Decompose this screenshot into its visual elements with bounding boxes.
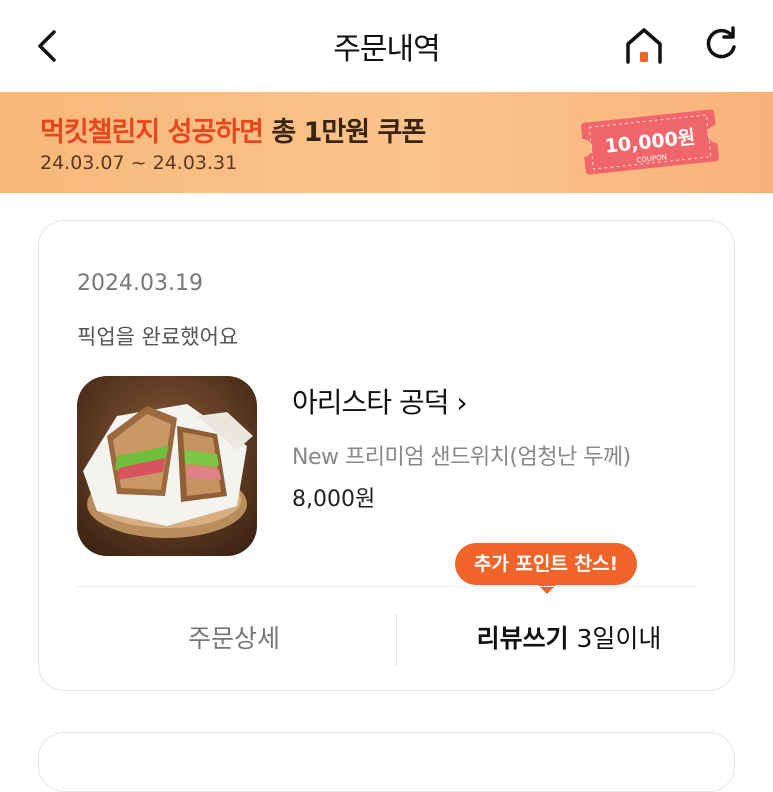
home-button[interactable] [620, 22, 668, 70]
chevron-right-icon: › [456, 386, 467, 419]
home-icon [626, 28, 662, 64]
write-review-button[interactable]: 리뷰쓰기 3일이내 [419, 619, 719, 655]
refresh-button[interactable] [698, 22, 744, 68]
order-date: 2024.03.19 [77, 271, 203, 296]
store-name-link[interactable]: 아리스타 공덕 › [292, 381, 468, 421]
banner-title: 먹킷챌린지 성공하면 총 1만원 쿠폰 [40, 110, 426, 149]
order-status: 픽업을 완료했어요 [77, 325, 239, 349]
order-card: 2024.03.19 픽업을 완료했어요 아리스타 공덕 › New 프리미엄 … [38, 220, 735, 691]
review-deadline: 3일이내 [568, 624, 662, 653]
review-label: 리뷰쓰기 [476, 624, 569, 653]
banner-title-rest: 총 1만원 쿠폰 [262, 117, 426, 148]
vertical-divider [396, 614, 397, 666]
refresh-icon [706, 26, 736, 59]
store-name: 아리스타 공덕 [292, 386, 449, 419]
point-tooltip: 추가 포인트 찬스! [455, 543, 637, 594]
coupon-ticket-icon: 10,000원 COUPON [581, 109, 719, 175]
order-price: 8,000원 [292, 487, 376, 512]
banner-period: 24.03.07 ~ 24.03.31 [40, 152, 238, 174]
next-order-card [38, 732, 735, 792]
promo-banner[interactable]: 먹킷챌린지 성공하면 총 1만원 쿠폰 24.03.07 ~ 24.03.31 … [0, 92, 773, 193]
top-bar: 주문내역 [0, 0, 773, 92]
banner-title-highlight: 먹킷챌린지 성공하면 [40, 117, 264, 148]
order-detail-button[interactable]: 주문상세 [119, 619, 349, 655]
sandwich-illustration [77, 376, 257, 556]
menu-name: New 프리미엄 샌드위치(엄청난 두께) [292, 445, 631, 470]
sandwich-image [77, 376, 257, 556]
divider [77, 586, 697, 587]
